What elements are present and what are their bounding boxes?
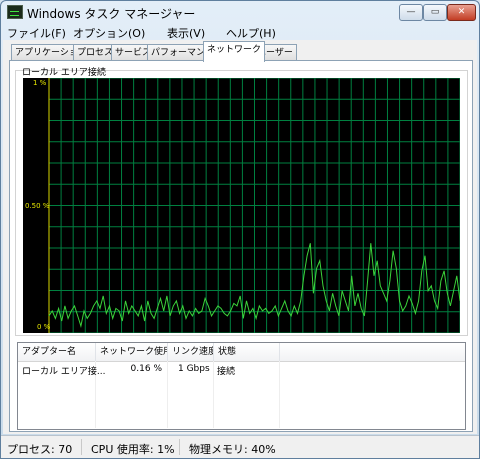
tab-networking[interactable]: ネットワーク bbox=[203, 41, 266, 62]
network-utilization-graph: 1 % 0.50 % 0 % bbox=[23, 78, 460, 333]
adapter-table[interactable]: アダプター名 ネットワーク使用... リンク速度 状態 ローカル エリア接...… bbox=[17, 342, 466, 430]
maximize-button[interactable]: ▭ bbox=[423, 4, 447, 21]
row-usage: 0.16 % bbox=[130, 364, 162, 374]
window-title: Windows タスク マネージャー bbox=[27, 7, 196, 21]
y-label-top: 1 % bbox=[33, 79, 47, 87]
column-divider bbox=[213, 361, 214, 428]
menu-bar: ファイル(F) オプション(O) 表示(V) ヘルプ(H) bbox=[1, 23, 479, 40]
column-divider bbox=[167, 361, 168, 428]
column-link-speed[interactable]: リンク速度 bbox=[168, 343, 214, 361]
row-state: 接続 bbox=[217, 367, 236, 377]
menu-options[interactable]: オプション(O) bbox=[73, 25, 145, 41]
task-manager-icon bbox=[7, 5, 23, 19]
graph-title: ローカル エリア接続 bbox=[22, 68, 106, 78]
title-bar: Windows タスク マネージャー — ▭ ✕ bbox=[1, 1, 479, 23]
y-label-bottom: 0 % bbox=[37, 323, 51, 331]
column-network-usage[interactable]: ネットワーク使用... bbox=[96, 343, 168, 361]
status-memory: 物理メモリ: 40% bbox=[189, 443, 276, 456]
table-header: アダプター名 ネットワーク使用... リンク速度 状態 bbox=[18, 343, 465, 362]
y-label-mid: 0.50 % bbox=[25, 202, 50, 210]
menu-file[interactable]: ファイル(F) bbox=[7, 25, 66, 41]
status-processes: プロセス: 70 bbox=[7, 443, 73, 456]
menu-view[interactable]: 表示(V) bbox=[167, 25, 205, 41]
column-state[interactable]: 状態 bbox=[214, 343, 280, 361]
graph-canvas bbox=[48, 78, 460, 333]
status-cpu: CPU 使用率: 1% bbox=[91, 443, 175, 456]
column-adapter-name[interactable]: アダプター名 bbox=[18, 343, 96, 361]
row-adapter-name: ローカル エリア接... bbox=[22, 367, 106, 377]
menu-help[interactable]: ヘルプ(H) bbox=[226, 25, 276, 41]
graph-grid bbox=[48, 78, 460, 333]
status-divider bbox=[179, 439, 180, 455]
task-manager-window: Windows タスク マネージャー — ▭ ✕ ファイル(F) オプション(O… bbox=[0, 0, 480, 459]
row-link-speed: 1 Gbps bbox=[178, 364, 210, 374]
column-divider bbox=[279, 361, 280, 428]
close-button[interactable]: ✕ bbox=[447, 4, 476, 21]
status-divider bbox=[81, 439, 82, 455]
minimize-button[interactable]: — bbox=[399, 4, 423, 21]
status-bar: プロセス: 70 CPU 使用率: 1% 物理メモリ: 40% bbox=[1, 435, 479, 458]
